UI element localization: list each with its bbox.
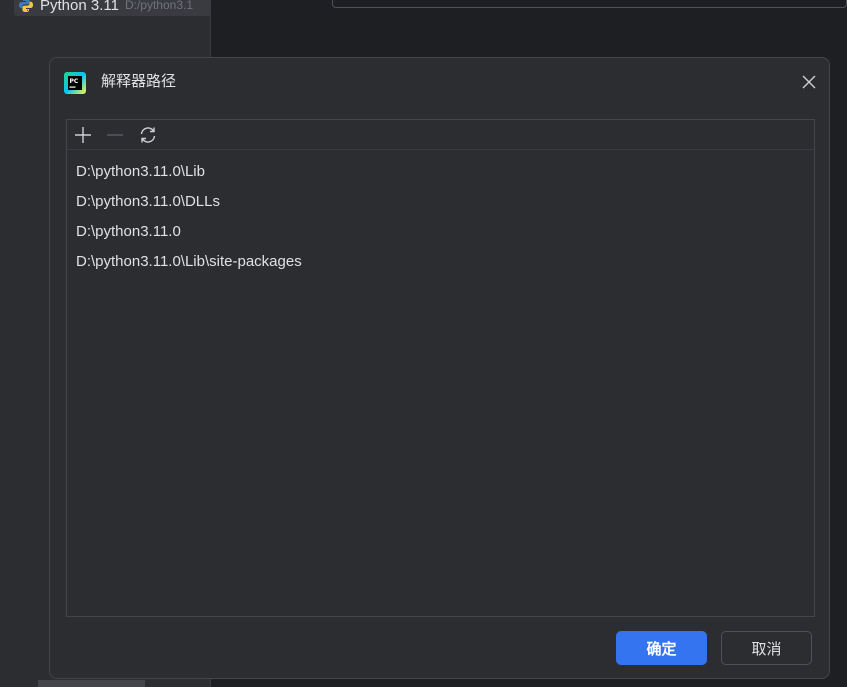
background-combo-box[interactable]	[332, 0, 847, 8]
path-list-item[interactable]: D:\python3.11.0\DLLs	[67, 187, 814, 217]
dialog-title: 解释器路径	[101, 73, 177, 90]
dialog-title-bar: PC 解释器路径	[50, 58, 829, 106]
refresh-paths-button[interactable]	[138, 125, 158, 145]
interpreter-paths-dialog: PC 解释器路径 D:\python3.11.0\Lib D:\python3.…	[49, 57, 830, 679]
minus-icon	[107, 134, 123, 136]
path-list-item[interactable]: D:\python3.11.0	[67, 217, 814, 247]
path-list-item[interactable]: D:\python3.11.0\Lib\site-packages	[67, 247, 814, 277]
background-scrollbar[interactable]	[38, 680, 145, 687]
plus-icon	[75, 127, 91, 143]
background-interpreter-path: D:/python3.1	[124, 0, 193, 12]
pycharm-logo-icon: PC	[64, 72, 86, 94]
path-list-item[interactable]: D:\python3.11.0\Lib	[67, 157, 814, 187]
background-interpreter-name: Python 3.11	[40, 0, 119, 14]
cancel-button[interactable]: 取消	[721, 631, 812, 665]
path-list: D:\python3.11.0\Lib D:\python3.11.0\DLLs…	[67, 150, 814, 277]
remove-path-button[interactable]	[105, 125, 125, 145]
close-icon	[802, 75, 816, 89]
python-icon	[19, 0, 33, 13]
paths-toolbar	[67, 120, 814, 150]
refresh-icon	[140, 127, 156, 143]
close-button[interactable]	[799, 72, 819, 92]
ok-button[interactable]: 确定	[616, 631, 707, 665]
background-interpreter-row[interactable]: Python 3.11 D:/python3.1	[14, 0, 211, 16]
paths-panel: D:\python3.11.0\Lib D:\python3.11.0\DLLs…	[66, 119, 815, 617]
add-path-button[interactable]	[73, 125, 93, 145]
svg-text:PC: PC	[70, 78, 79, 85]
